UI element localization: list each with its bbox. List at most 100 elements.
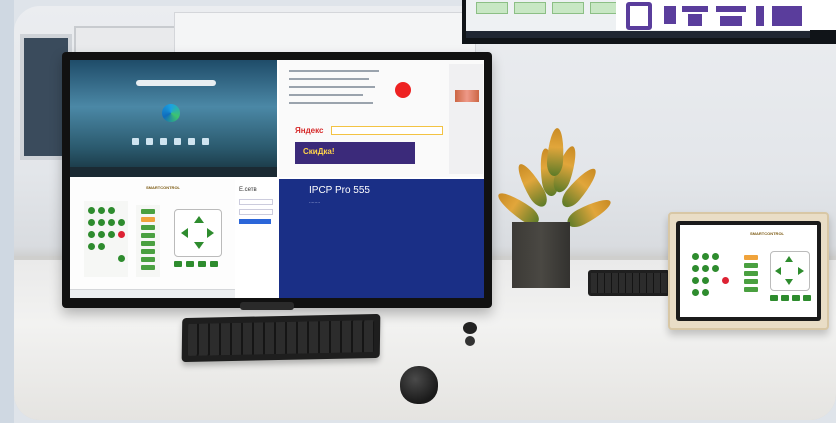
tablet-hangup-button[interactable] bbox=[722, 277, 729, 284]
tablet-preset-button[interactable] bbox=[803, 295, 811, 301]
tablet-preset-button[interactable] bbox=[792, 295, 800, 301]
product-subtitle: ........ bbox=[309, 199, 321, 205]
keyboard-front[interactable] bbox=[181, 313, 381, 363]
tablet-volume-bar[interactable] bbox=[744, 263, 758, 268]
arrow-right-icon[interactable] bbox=[207, 228, 214, 238]
app-tile-icon[interactable] bbox=[202, 138, 209, 145]
keypad-key[interactable] bbox=[98, 219, 105, 226]
tv-tab bbox=[476, 2, 508, 14]
app-tile-icon[interactable] bbox=[146, 138, 153, 145]
keypad-key[interactable] bbox=[98, 231, 105, 238]
arrow-left-icon[interactable] bbox=[181, 228, 188, 238]
ad-banner[interactable]: СкиДка! bbox=[295, 142, 415, 164]
volume-bar[interactable] bbox=[141, 233, 155, 238]
arrow-down-icon[interactable] bbox=[785, 279, 793, 285]
keypad-panel bbox=[84, 201, 128, 277]
keypad-key[interactable] bbox=[88, 219, 95, 226]
arrow-up-icon[interactable] bbox=[194, 216, 204, 223]
browser-quadrant: Яндекс СкиДка! bbox=[279, 60, 484, 177]
keypad-key[interactable] bbox=[118, 255, 125, 262]
tablet-key[interactable] bbox=[712, 265, 719, 272]
login-button[interactable] bbox=[239, 219, 271, 224]
tablet-key[interactable] bbox=[702, 265, 709, 272]
yandex-browser-icon bbox=[395, 82, 411, 98]
logo-block bbox=[682, 6, 708, 12]
tablet-key[interactable] bbox=[692, 289, 699, 296]
text-line bbox=[289, 78, 369, 80]
logo-block bbox=[664, 6, 676, 24]
keypad-key[interactable] bbox=[88, 231, 95, 238]
weather-chart bbox=[455, 90, 479, 102]
preset-button[interactable] bbox=[174, 261, 182, 267]
preset-button[interactable] bbox=[210, 261, 218, 267]
tablet-volume-bar[interactable] bbox=[744, 279, 758, 284]
tablet-key[interactable] bbox=[702, 277, 709, 284]
yandex-search-input[interactable] bbox=[331, 126, 443, 135]
text-line bbox=[289, 102, 373, 104]
keypad-key[interactable] bbox=[108, 207, 115, 214]
keypad-key[interactable] bbox=[88, 243, 95, 250]
password-field[interactable] bbox=[239, 209, 273, 215]
preset-button[interactable] bbox=[186, 261, 194, 267]
arrow-up-icon[interactable] bbox=[785, 256, 793, 262]
username-field[interactable] bbox=[239, 199, 273, 205]
keyboard-back[interactable] bbox=[588, 270, 670, 296]
tv-tab bbox=[514, 2, 546, 14]
app-tile-icon[interactable] bbox=[174, 138, 181, 145]
volume-bar[interactable] bbox=[141, 225, 155, 230]
text-line bbox=[289, 94, 363, 96]
keypad-key[interactable] bbox=[98, 207, 105, 214]
keypad-key[interactable] bbox=[108, 231, 115, 238]
volume-bar[interactable] bbox=[141, 265, 155, 270]
login-quadrant: Е.сетв IPCP Pro 555 ........ bbox=[235, 179, 484, 298]
login-form bbox=[235, 179, 279, 298]
volume-bar-active[interactable] bbox=[141, 217, 155, 222]
arrow-left-icon[interactable] bbox=[775, 267, 781, 275]
tablet-volume-bar[interactable] bbox=[744, 271, 758, 276]
computer-mouse[interactable] bbox=[400, 366, 438, 404]
tablet-volume-active[interactable] bbox=[744, 255, 758, 260]
tablet-preset-button[interactable] bbox=[781, 295, 789, 301]
volume-bar[interactable] bbox=[141, 209, 155, 214]
monitor-stand bbox=[240, 302, 294, 310]
app-tile-icon[interactable] bbox=[160, 138, 167, 145]
tablet-key[interactable] bbox=[692, 265, 699, 272]
tablet-volume-bar[interactable] bbox=[744, 287, 758, 292]
tablet-screen: SMARTCONTROL bbox=[680, 225, 817, 317]
call-button[interactable] bbox=[118, 219, 125, 226]
volume-bar[interactable] bbox=[141, 241, 155, 246]
tablet-preset-button[interactable] bbox=[770, 295, 778, 301]
arrow-right-icon[interactable] bbox=[798, 267, 804, 275]
volume-bar[interactable] bbox=[141, 257, 155, 262]
tv-taskbar bbox=[466, 31, 810, 38]
app-tile-icon[interactable] bbox=[188, 138, 195, 145]
desktop-monitor: Яндекс СкиДка! SMARTCONTROL Е.сетв IPCP … bbox=[62, 52, 492, 308]
logo-block bbox=[720, 16, 742, 26]
app-tile-icon[interactable] bbox=[132, 138, 139, 145]
keypad-key[interactable] bbox=[108, 219, 115, 226]
volume-bar[interactable] bbox=[141, 249, 155, 254]
tablet-key[interactable] bbox=[712, 253, 719, 260]
monitor-screen: Яндекс СкиДка! SMARTCONTROL Е.сетв IPCP … bbox=[70, 60, 484, 298]
potted-plant bbox=[494, 118, 615, 232]
browser-sidebar bbox=[449, 64, 483, 174]
ptz-navigation-pad[interactable] bbox=[174, 209, 222, 257]
arrow-down-icon[interactable] bbox=[194, 242, 204, 249]
tablet-key[interactable] bbox=[702, 289, 709, 296]
product-title: IPCP Pro 555 bbox=[309, 185, 370, 196]
tablet-bezel: SMARTCONTROL bbox=[676, 221, 821, 321]
hangup-button[interactable] bbox=[118, 231, 125, 238]
plant-pot bbox=[512, 222, 570, 288]
search-bar[interactable] bbox=[136, 80, 216, 86]
logo-block bbox=[688, 14, 702, 26]
tablet-ptz-pad[interactable] bbox=[770, 251, 810, 291]
usb-camera-puck bbox=[462, 322, 478, 348]
tablet-key[interactable] bbox=[702, 253, 709, 260]
tablet-controller[interactable]: SMARTCONTROL bbox=[668, 212, 829, 330]
keypad-key[interactable] bbox=[88, 207, 95, 214]
keypad-key[interactable] bbox=[98, 243, 105, 250]
tablet-key[interactable] bbox=[692, 253, 699, 260]
preset-button[interactable] bbox=[198, 261, 206, 267]
edge-logo-icon bbox=[162, 104, 180, 122]
tablet-key[interactable] bbox=[692, 277, 699, 284]
